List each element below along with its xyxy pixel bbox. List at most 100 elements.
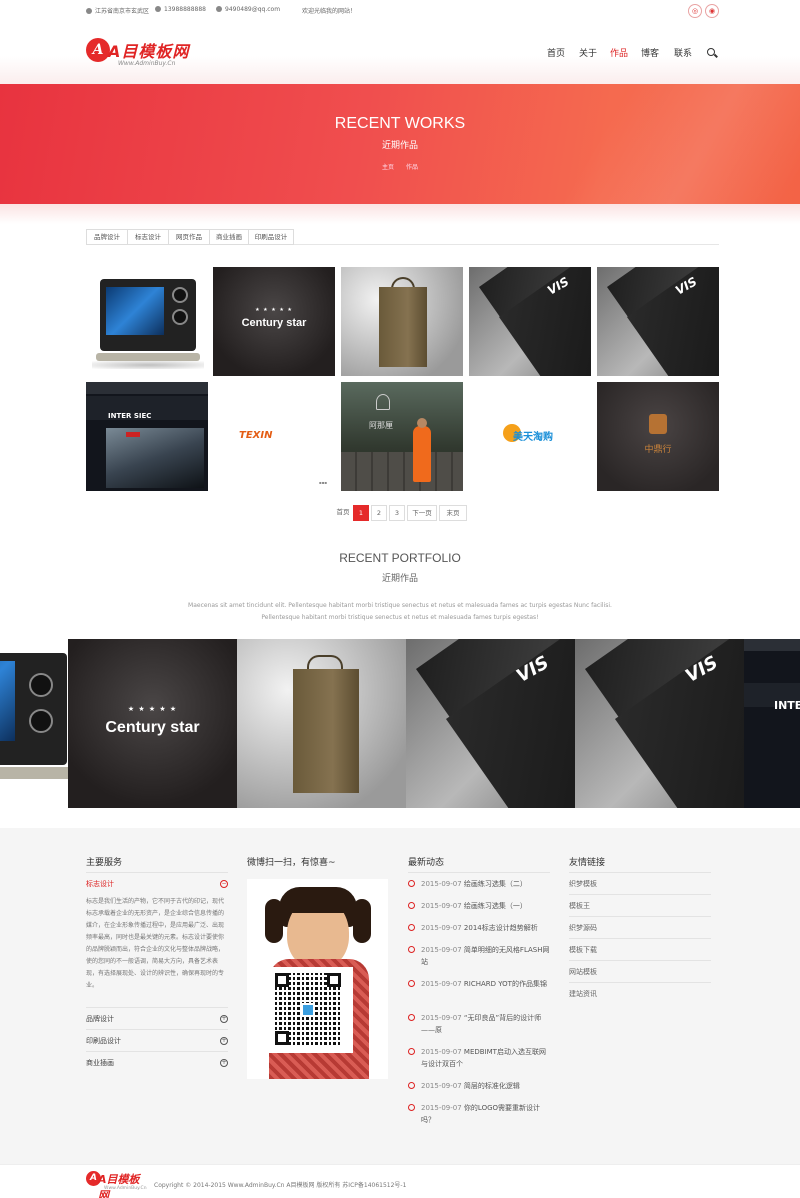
- divider: [86, 1051, 228, 1052]
- news-bullet-icon: [408, 1104, 415, 1111]
- zhongding-emblem-icon: [649, 414, 667, 434]
- pager-page-2[interactable]: 2: [371, 505, 387, 521]
- logo-subtext: Www.AdminBuy.Cn: [104, 1186, 147, 1191]
- mail-icon: [216, 6, 222, 12]
- pager-page-3[interactable]: 3: [389, 505, 405, 521]
- address-text: 江苏省南京市玄武区: [95, 8, 150, 15]
- friend-link[interactable]: 模板王: [569, 901, 590, 911]
- address-info: 江苏省南京市玄武区: [86, 6, 149, 15]
- welcome-text: 欢迎光临我的网站！: [302, 8, 357, 15]
- pager-last[interactable]: 末页: [439, 505, 467, 521]
- news-bullet-icon: [408, 902, 415, 909]
- services-heading: 主要服务: [86, 858, 123, 868]
- divider: [86, 1007, 228, 1008]
- wechat-icon[interactable]: ◉: [705, 4, 719, 18]
- friend-link[interactable]: 模板下载: [569, 945, 597, 955]
- work-thumb-gift-bag[interactable]: [341, 267, 463, 376]
- nav-item-works[interactable]: 作品: [610, 46, 628, 59]
- tv-shadow: [92, 361, 204, 369]
- work-thumb-vis-2[interactable]: VIS: [597, 267, 719, 376]
- breadcrumb-home[interactable]: 主页: [382, 164, 394, 171]
- pager-page-1[interactable]: 1: [353, 505, 369, 521]
- browser-bar: [86, 382, 208, 394]
- nav-item-contact[interactable]: 联系: [674, 46, 692, 59]
- footer-logo[interactable]: A A目模板网 Www.AdminBuy.Cn: [86, 1171, 150, 1198]
- work-thumb-texin[interactable]: TEXIN ▪▪▪: [213, 382, 335, 491]
- phone-info: 13988888888: [155, 6, 206, 13]
- news-title: RICHARD YOT的作品集锦: [463, 980, 547, 988]
- work-thumb-meitian[interactable]: 美天淘购: [469, 382, 591, 491]
- work-thumb-tv[interactable]: [86, 267, 208, 376]
- phone-text: 13988888888: [164, 6, 206, 13]
- service-item-print[interactable]: 印刷品设计: [86, 1036, 228, 1046]
- work-thumb-monk[interactable]: 阿那厘: [341, 382, 463, 491]
- service-item-logo[interactable]: 标志设计: [86, 879, 228, 889]
- filter-illustration[interactable]: 商业插画: [209, 229, 249, 245]
- service-item-illustration[interactable]: 商业插画: [86, 1058, 228, 1068]
- collapse-icon[interactable]: −: [220, 880, 228, 888]
- logo-subtext: Www.AdminBuy.Cn: [118, 60, 176, 67]
- carousel-item-vis-2[interactable]: VIS: [575, 639, 744, 808]
- work-thumb-zhongding[interactable]: 中鼎行: [597, 382, 719, 491]
- banner-subtitle: 近期作品: [381, 141, 418, 151]
- service-item-brand[interactable]: 品牌设计: [86, 1014, 228, 1024]
- news-date: 2015-09-07: [421, 980, 462, 988]
- nav-item-home[interactable]: 首页: [547, 46, 565, 59]
- carousel-item-gift-bag[interactable]: [237, 639, 406, 808]
- stars-decoration: ★ ★ ★ ★ ★: [127, 705, 178, 713]
- filter-web-works[interactable]: 网页作品: [168, 229, 210, 245]
- site-header: A A目模板网 Www.AdminBuy.Cn 首页 关于 作品 博客 联系: [0, 22, 800, 84]
- expand-icon[interactable]: +: [220, 1015, 228, 1023]
- filter-brand-design[interactable]: 品牌设计: [86, 229, 128, 245]
- monk-title: 阿那厘: [369, 421, 393, 430]
- work-thumb-vis-1[interactable]: VIS: [469, 267, 591, 376]
- category-filter: 品牌设计 标志设计 网页作品 商业插画 印刷品设计: [86, 229, 719, 245]
- news-bullet-icon: [408, 924, 415, 931]
- links-heading: 友情链接: [569, 858, 606, 868]
- news-date: 2015-09-07: [421, 902, 462, 910]
- phone-icon: [155, 6, 161, 12]
- friend-link[interactable]: 织梦源码: [569, 923, 597, 933]
- tv-body: [100, 279, 196, 351]
- portfolio-title: RECENT PORTFOLIO: [339, 551, 461, 565]
- pager-first[interactable]: 首页: [333, 505, 353, 521]
- news-title: 绘画练习选集（二）: [463, 880, 527, 888]
- carousel-item-century-star[interactable]: ★ ★ ★ ★ ★ Century star: [68, 639, 237, 808]
- nav-item-about[interactable]: 关于: [579, 46, 597, 59]
- divider: [86, 1029, 228, 1030]
- site-logo[interactable]: A A目模板网 Www.AdminBuy.Cn: [86, 36, 196, 70]
- expand-icon[interactable]: +: [220, 1037, 228, 1045]
- carousel-item-tv[interactable]: [0, 639, 68, 808]
- friend-link[interactable]: 网站模板: [569, 967, 597, 977]
- filter-logo-design[interactable]: 标志设计: [127, 229, 169, 245]
- news-heading: 最新动态: [408, 858, 445, 868]
- qr-finder: [275, 973, 289, 987]
- news-bullet-icon: [408, 980, 415, 987]
- friend-link[interactable]: 建站资讯: [569, 989, 597, 999]
- divider: [569, 916, 711, 917]
- work-thumb-century-star[interactable]: ★ ★ ★ ★ ★ Century star: [213, 267, 335, 376]
- carousel-item-vis-1[interactable]: VIS: [406, 639, 575, 808]
- search-icon[interactable]: [707, 48, 715, 56]
- divider: [569, 960, 711, 961]
- location-icon: [86, 8, 92, 14]
- weibo-icon[interactable]: ◎: [688, 4, 702, 18]
- filter-print-design[interactable]: 印刷品设计: [248, 229, 294, 245]
- tv-knob: [29, 673, 53, 697]
- tv-knob: [172, 287, 188, 303]
- page-banner: RECENT WORKS 近期作品 主页 作品: [0, 84, 800, 204]
- nav-item-blog[interactable]: 博客: [641, 46, 659, 59]
- breadcrumb-works[interactable]: 作品: [406, 164, 418, 171]
- expand-icon[interactable]: +: [220, 1059, 228, 1067]
- site-button: [126, 432, 140, 437]
- carousel-item-website[interactable]: INTER SIEC: [744, 639, 800, 808]
- tv-base: [96, 353, 200, 361]
- divider: [408, 872, 550, 873]
- qr-finder: [327, 973, 341, 987]
- pager-next[interactable]: 下一页: [407, 505, 437, 521]
- work-thumb-website[interactable]: INTER SIEC: [86, 382, 208, 491]
- top-info-bar: 江苏省南京市玄武区 13988888888 9490489@qq.com 欢迎光…: [0, 0, 800, 22]
- qr-code[interactable]: [263, 967, 353, 1053]
- friend-link[interactable]: 织梦模板: [569, 879, 597, 889]
- weibo-heading: 微博扫一扫，有惊喜~: [247, 858, 336, 868]
